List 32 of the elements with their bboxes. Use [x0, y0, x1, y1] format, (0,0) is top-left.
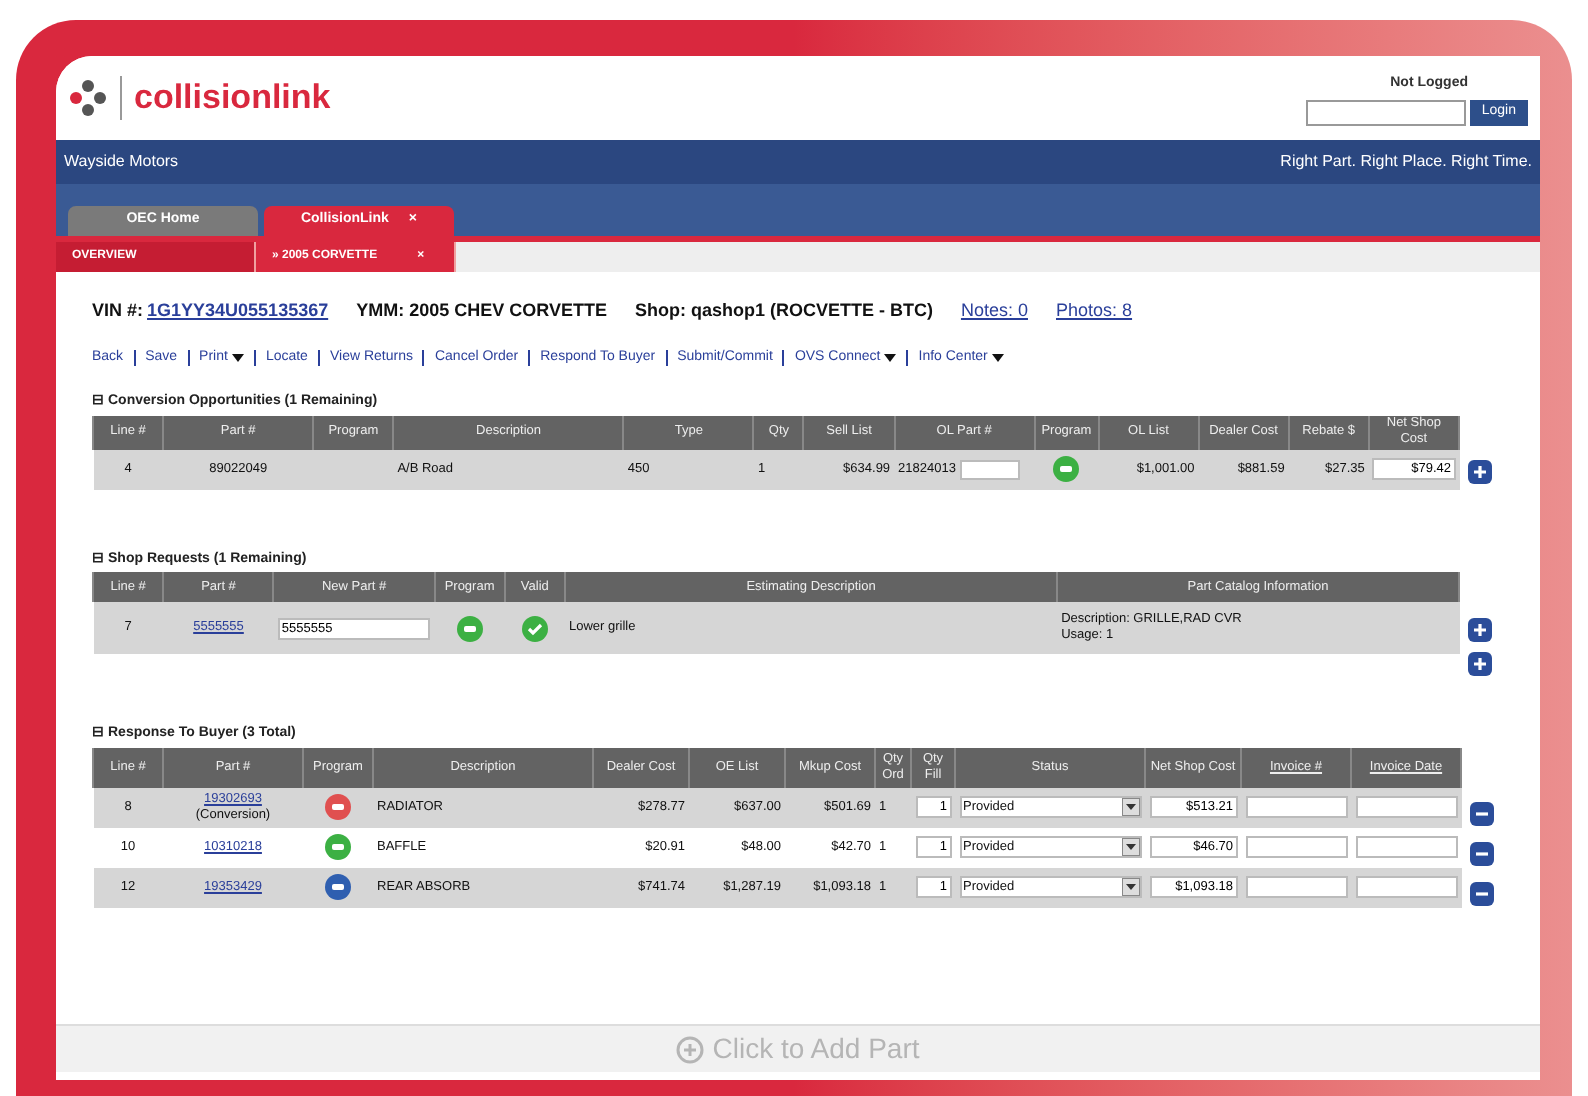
add-icon[interactable] [1468, 459, 1492, 483]
tagline: Right Part. Right Place. Right Time. [1280, 150, 1532, 174]
shop-name: Shop: qashop1 (ROCVETTE - BTC) [634, 298, 933, 325]
plus-icon [676, 1035, 705, 1063]
remove-icon[interactable] [1470, 881, 1494, 905]
caret-icon [1121, 838, 1139, 856]
add-icon[interactable] [1468, 652, 1492, 676]
vin-link[interactable]: 1G1YY34U055135367 [147, 298, 329, 326]
vin-label: VIN #: [92, 298, 144, 325]
input-field[interactable] [1245, 836, 1347, 858]
caret-icon [1121, 878, 1139, 896]
caret-icon [231, 354, 244, 362]
logo-icon [68, 78, 108, 118]
input-field[interactable] [1245, 796, 1347, 818]
login-field[interactable] [1305, 99, 1466, 126]
company-name: Wayside Motors [64, 150, 179, 174]
input-field[interactable] [1355, 836, 1457, 858]
input-field[interactable] [959, 459, 1020, 479]
remove-icon[interactable] [1470, 801, 1494, 825]
vehicle-model: YMM: 2005 CHEV CORVETTE [356, 298, 607, 325]
caret-icon [991, 354, 1004, 362]
photos-link[interactable]: Photos: 8 [1056, 298, 1133, 326]
caret-icon [1121, 798, 1139, 816]
input-field[interactable] [1355, 796, 1457, 818]
add-icon[interactable] [1468, 618, 1492, 642]
notes-link[interactable]: Notes: 0 [960, 298, 1028, 326]
remove-icon[interactable] [1470, 841, 1494, 865]
input-field[interactable] [1245, 876, 1347, 898]
check-icon [521, 615, 548, 641]
logo: collisionlink [134, 76, 331, 121]
input-field[interactable] [1355, 876, 1457, 898]
caret-icon [884, 354, 897, 362]
